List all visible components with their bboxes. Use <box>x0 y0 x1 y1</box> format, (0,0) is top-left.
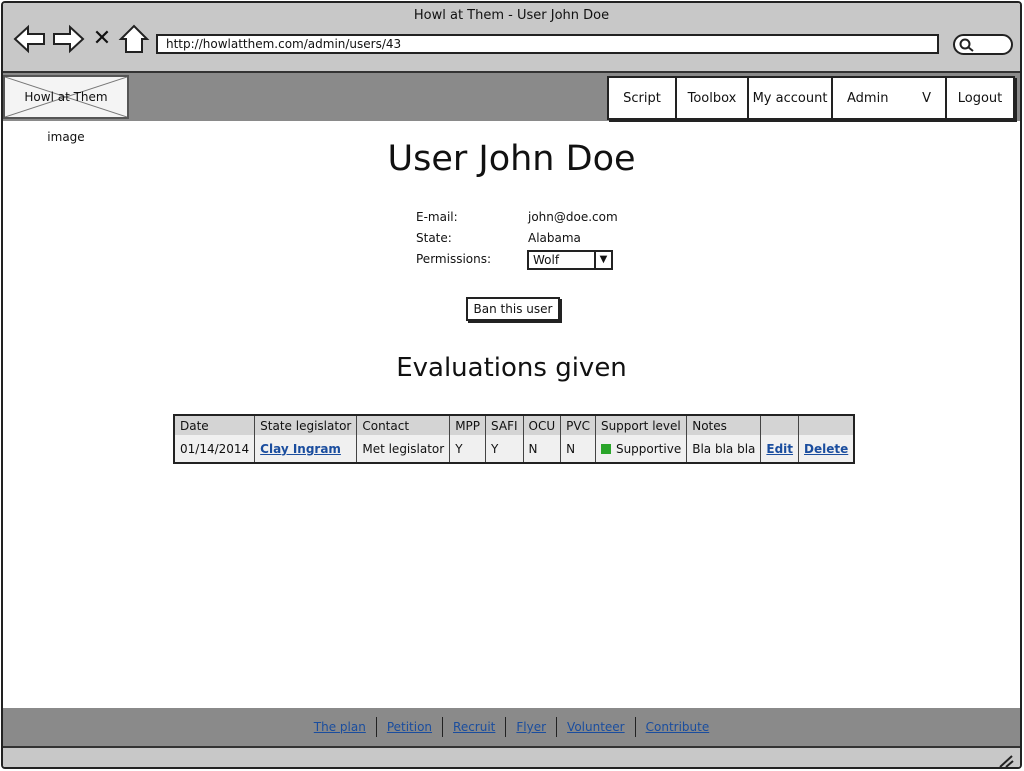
permissions-label: Permissions: <box>416 252 492 266</box>
email-row: E-mail: john@doe.com <box>416 207 636 228</box>
window-title: Howl at Them - User John Doe <box>413 8 610 23</box>
dropdown-arrow-icon: ▼ <box>594 252 611 268</box>
forward-arrow-icon[interactable] <box>51 23 85 55</box>
browser-titlebar: Howl at Them - User John Doe ✕ http://ho… <box>3 3 1020 73</box>
footer: The plan Petition Recruit Flyer Voluntee… <box>3 708 1020 746</box>
col-delete <box>798 415 855 435</box>
stop-icon[interactable]: ✕ <box>91 23 113 55</box>
cell-ocu: N <box>522 435 561 463</box>
nav-script-button[interactable]: Script <box>607 76 677 120</box>
state-label: State: <box>416 231 452 245</box>
footer-link-petition[interactable]: Petition <box>377 720 442 734</box>
col-contact: Contact <box>356 415 450 435</box>
cell-legislator: Clay Ingram <box>254 435 357 463</box>
col-state-legislator: State legislator <box>254 415 357 435</box>
nav-logout-button[interactable]: Logout <box>945 76 1015 120</box>
footer-link-recruit[interactable]: Recruit <box>443 720 505 734</box>
col-safi: SAFI <box>485 415 524 435</box>
cell-mpp: Y <box>449 435 486 463</box>
cell-delete: Delete <box>798 435 855 463</box>
browser-statusbar <box>3 746 1020 768</box>
col-notes: Notes <box>686 415 761 435</box>
app-header: Howl at Them image Script Toolbox My acc… <box>3 73 1020 144</box>
permissions-row: Permissions: Wolf ▼ <box>416 249 636 270</box>
delete-link[interactable]: Delete <box>804 442 848 456</box>
user-info: E-mail: john@doe.com State: Alabama Perm… <box>416 207 636 270</box>
col-support-level: Support level <box>594 415 687 435</box>
footer-link-the-plan[interactable]: The plan <box>304 720 376 734</box>
email-label: E-mail: <box>416 210 458 224</box>
page-title: User John Doe <box>387 139 636 179</box>
legislator-link[interactable]: Clay Ingram <box>260 442 341 456</box>
nav-admin-dropdown[interactable]: Admin V <box>831 76 947 120</box>
evaluations-table: Date State legislator Contact MPP SAFI O… <box>173 414 856 464</box>
nav-admin-label: Admin <box>847 90 889 106</box>
evaluations-title: Evaluations given <box>396 353 627 383</box>
footer-link-contribute[interactable]: Contribute <box>636 720 720 734</box>
nav-toolbox-button[interactable]: Toolbox <box>675 76 749 120</box>
home-icon[interactable] <box>117 23 151 55</box>
cell-edit: Edit <box>760 435 799 463</box>
col-ocu: OCU <box>522 415 561 435</box>
support-color-swatch <box>600 443 611 454</box>
email-value: john@doe.com <box>528 210 618 224</box>
cell-notes: Bla bla bla <box>686 435 761 463</box>
browser-search-field[interactable] <box>953 34 1013 55</box>
col-mpp: MPP <box>449 415 486 435</box>
permissions-selected-value: Wolf <box>533 253 560 267</box>
cell-safi: Y <box>485 435 524 463</box>
edit-link[interactable]: Edit <box>766 442 793 456</box>
permissions-select[interactable]: Wolf ▼ <box>527 250 613 270</box>
nav-my-account-button[interactable]: My account <box>747 76 833 120</box>
table-header-row: Date State legislator Contact MPP SAFI O… <box>173 415 855 435</box>
col-pvc: PVC <box>560 415 596 435</box>
support-level-label: Supportive <box>615 441 682 456</box>
col-edit <box>760 415 799 435</box>
logo-label: Howl at Them image <box>24 90 108 144</box>
main-nav: Script Toolbox My account Admin V Logout <box>607 76 1015 120</box>
col-date: Date <box>173 415 255 435</box>
back-arrow-icon[interactable] <box>13 23 47 55</box>
footer-link-volunteer[interactable]: Volunteer <box>557 720 635 734</box>
url-bar[interactable]: http://howlatthem.com/admin/users/43 <box>156 34 939 54</box>
state-row: State: Alabama <box>416 228 636 249</box>
chevron-down-icon: V <box>922 90 931 106</box>
ban-user-button[interactable]: Ban this user <box>466 297 560 321</box>
cell-pvc: N <box>560 435 596 463</box>
browser-window: Howl at Them - User John Doe ✕ http://ho… <box>1 1 1022 769</box>
resize-grip-icon[interactable] <box>998 754 1014 768</box>
cell-date: 01/14/2014 <box>173 435 255 463</box>
table-row: 01/14/2014 Clay Ingram Met legislator Y … <box>173 435 855 463</box>
footer-link-flyer[interactable]: Flyer <box>506 720 556 734</box>
cell-support-level: Supportive <box>594 435 687 463</box>
site-logo-image[interactable]: Howl at Them image <box>3 75 129 144</box>
cell-contact: Met legislator <box>356 435 450 463</box>
state-value: Alabama <box>528 231 581 245</box>
search-icon <box>959 38 974 52</box>
